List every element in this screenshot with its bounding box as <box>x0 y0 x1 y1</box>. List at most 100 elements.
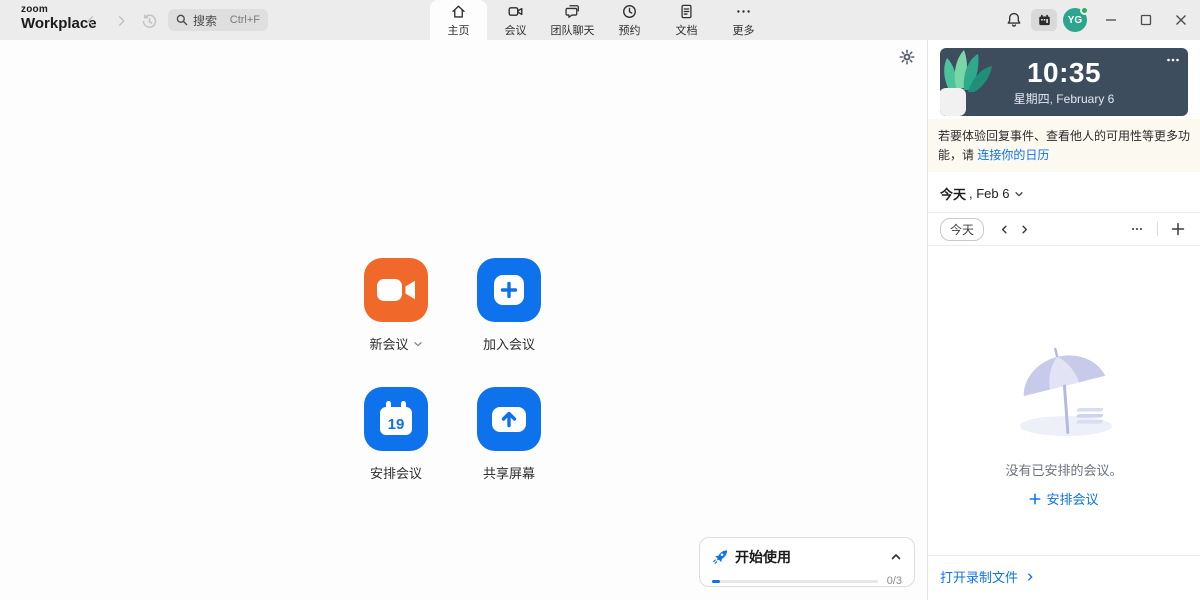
close-button[interactable] <box>1163 0 1198 40</box>
share-screen-label: 共享屏幕 <box>483 463 535 482</box>
titlebar: zoom Workplace 搜索 Ctrl+F 主页 <box>0 0 1200 40</box>
progress-fill <box>712 580 720 583</box>
calendar-header-date: , Feb 6 <box>969 186 1009 201</box>
calendar-19-icon: 19 <box>364 387 428 451</box>
schedule-meeting-label: 安排会议 <box>370 463 422 482</box>
getting-started-card: 开始使用 0/3 <box>699 537 915 587</box>
calendar-date-header[interactable]: 今天 , Feb 6 <box>940 184 1188 203</box>
notifications-button[interactable] <box>1000 6 1028 34</box>
more-dots-icon <box>735 3 752 20</box>
chat-bubbles-icon <box>564 3 581 20</box>
quick-actions: 新会议 加入会议 19 安排会议 <box>351 258 554 482</box>
getting-started-title: 开始使用 <box>735 547 791 567</box>
search-placeholder: 搜索 <box>193 12 217 29</box>
progress-bar <box>712 580 878 583</box>
tab-more-label: 更多 <box>733 22 755 38</box>
divider <box>928 245 1200 246</box>
gear-icon <box>899 49 915 65</box>
video-camera-icon <box>507 3 524 20</box>
tab-bookings[interactable]: 预约 <box>601 0 658 40</box>
nav-forward-button[interactable] <box>110 10 132 32</box>
calendar-more-button[interactable] <box>1127 219 1147 239</box>
today-button[interactable]: 今天 <box>940 218 984 241</box>
notice-text: 若要体验回复事件、查看他人的可用性等更多功能，请 <box>938 129 1190 162</box>
new-meeting-button[interactable] <box>364 258 428 322</box>
new-meeting-label: 新会议 <box>369 334 408 353</box>
clock-card: 10:35 星期四, February 6 <box>940 48 1188 116</box>
schedule-meeting-button[interactable]: 19 <box>364 387 428 451</box>
join-meeting-label: 加入会议 <box>483 334 535 353</box>
home-icon <box>450 3 467 20</box>
home-content: 新会议 加入会议 19 安排会议 <box>0 40 928 600</box>
empty-schedule-state: 没有已安排的会议。 安排会议 <box>928 344 1200 508</box>
share-screen-action: 共享屏幕 <box>464 387 554 482</box>
clock-more-button[interactable] <box>1165 52 1181 68</box>
main-tabs: 主页 会议 团队聊天 预约 文档 <box>430 0 772 40</box>
open-recordings-label: 打开录制文件 <box>940 567 1018 586</box>
beach-umbrella-illustration <box>928 344 1200 440</box>
plant-illustration <box>940 48 996 116</box>
tab-more[interactable]: 更多 <box>715 0 772 40</box>
search-shortcut: Ctrl+F <box>230 14 260 26</box>
history-clock-icon <box>141 13 158 30</box>
tab-team-chat-label: 团队聊天 <box>551 22 595 38</box>
maximize-button[interactable] <box>1128 0 1163 40</box>
next-day-button[interactable] <box>1014 219 1034 239</box>
tab-docs[interactable]: 文档 <box>658 0 715 40</box>
video-camera-icon <box>364 258 428 322</box>
connect-calendar-link[interactable]: 连接你的日历 <box>977 148 1049 162</box>
bell-icon <box>1005 11 1023 29</box>
schedule-meeting-link[interactable]: 安排会议 <box>928 489 1200 508</box>
new-meeting-action: 新会议 <box>351 258 441 353</box>
minimize-button[interactable] <box>1093 0 1128 40</box>
minimize-icon <box>1105 14 1117 26</box>
tab-docs-label: 文档 <box>676 22 698 38</box>
clock-icon <box>621 3 638 20</box>
tab-meetings[interactable]: 会议 <box>487 0 544 40</box>
search-input[interactable]: 搜索 Ctrl+F <box>168 9 268 31</box>
divider <box>1157 222 1158 236</box>
join-meeting-action: 加入会议 <box>464 258 554 353</box>
chevron-right-icon <box>114 14 128 28</box>
tab-home-label: 主页 <box>448 22 470 38</box>
close-icon <box>1175 14 1187 26</box>
document-icon <box>678 3 695 20</box>
progress-count: 0/3 <box>887 575 902 587</box>
search-icon <box>176 14 188 26</box>
rocket-icon <box>712 549 728 565</box>
arrow-up-icon <box>477 387 541 451</box>
avatar[interactable]: YG <box>1063 8 1087 32</box>
schedule-meeting-action: 19 安排会议 <box>351 387 441 482</box>
tab-bookings-label: 预约 <box>619 22 641 38</box>
maximize-icon <box>1140 14 1152 26</box>
chevron-up-icon <box>890 551 902 563</box>
share-screen-button[interactable] <box>477 387 541 451</box>
plus-icon <box>1029 493 1041 505</box>
schedule-meeting-link-label: 安排会议 <box>1046 489 1098 508</box>
collapse-button[interactable] <box>890 551 902 563</box>
avatar-initials: YG <box>1068 15 1082 26</box>
calendar-day-number: 19 <box>388 416 405 433</box>
history-button[interactable] <box>138 10 160 32</box>
open-recordings-link[interactable]: 打开录制文件 <box>928 555 1200 600</box>
calendar-toolbar: 今天 <box>928 213 1200 245</box>
calendar-icon <box>1037 13 1052 28</box>
nav-back-button[interactable] <box>80 10 102 32</box>
presence-dot <box>1080 6 1089 15</box>
calendar-header-today: 今天 <box>940 184 966 203</box>
settings-button[interactable] <box>899 49 915 65</box>
calendar-connect-notice: 若要体验回复事件、查看他人的可用性等更多功能，请 连接你的日历 <box>928 119 1200 172</box>
chevron-right-icon <box>1025 572 1035 582</box>
add-event-button[interactable] <box>1168 219 1188 239</box>
tab-team-chat[interactable]: 团队聊天 <box>544 0 601 40</box>
chevron-left-icon <box>84 14 98 28</box>
prev-day-button[interactable] <box>994 219 1014 239</box>
join-meeting-button[interactable] <box>477 258 541 322</box>
chevron-down-icon[interactable] <box>413 339 423 349</box>
tab-home[interactable]: 主页 <box>430 0 487 40</box>
plus-icon <box>477 258 541 322</box>
titlebar-right: YG <box>1000 0 1200 40</box>
calendar-panel: 10:35 星期四, February 6 若要体验回复事件、查看他人的可用性等… <box>928 40 1200 600</box>
mail-calendar-button[interactable] <box>1031 9 1057 31</box>
no-meetings-message: 没有已安排的会议。 <box>928 460 1200 479</box>
